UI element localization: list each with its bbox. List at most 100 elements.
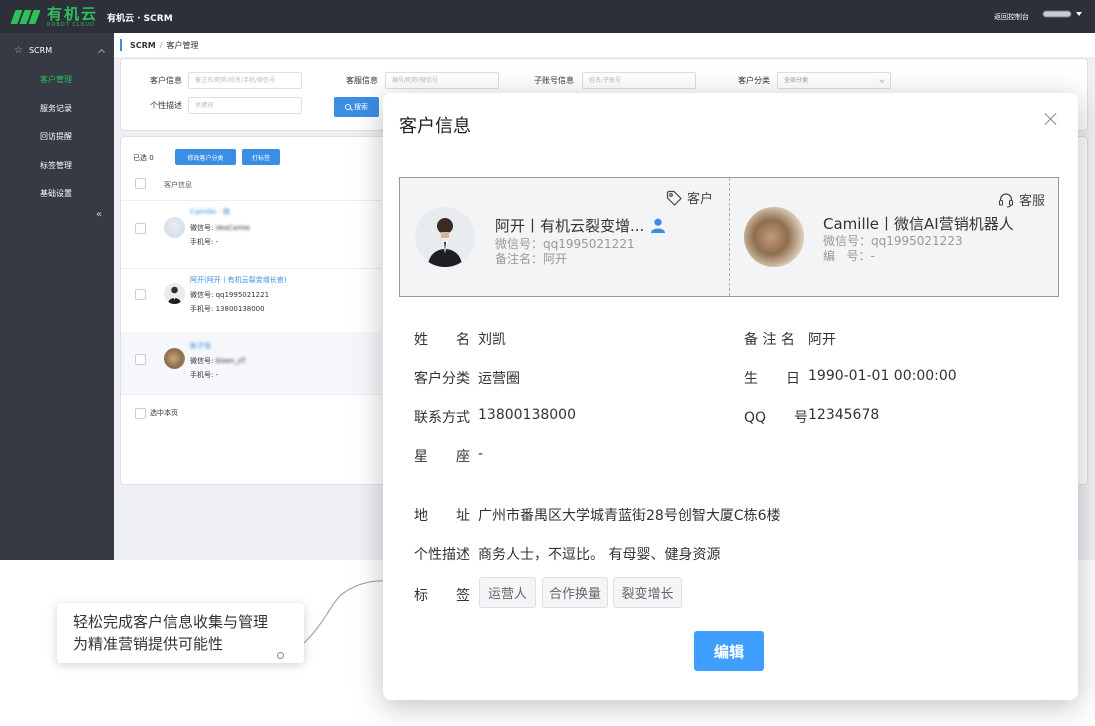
tag-button[interactable]: 打标签 — [242, 149, 280, 165]
customer-name: 阿开丨有机云裂变增... — [495, 215, 666, 236]
field-label-contact: 联系方式 — [414, 410, 470, 426]
row-checkbox[interactable] — [135, 354, 146, 365]
customer-remark-name: 备注名：阿开 — [495, 252, 568, 266]
customer-phone: 手机号: - — [190, 238, 219, 246]
customer-wechat: 微信号: bisen_zT — [190, 357, 246, 365]
row-checkbox[interactable] — [135, 223, 146, 234]
category-select-value: 全部分类 — [784, 77, 809, 84]
sidebar-item-service-records[interactable]: 服务记录 — [40, 103, 72, 114]
chevron-up-icon — [97, 48, 106, 56]
selected-count: 已选 0 — [133, 154, 154, 162]
callout-line-2: 为精准营销提供可能性 — [73, 635, 224, 653]
category-select[interactable]: 全部分类 — [777, 72, 891, 89]
field-label-remark: 备 注 名 — [744, 332, 795, 348]
profile-desc-label: 个性描述 — [150, 101, 182, 110]
field-value-contact: 13800138000 — [478, 407, 576, 423]
select-all-checkbox[interactable] — [135, 178, 146, 189]
field-value-birthday: 1990-01-01 00:00:00 — [808, 368, 957, 384]
select-page-checkbox[interactable] — [135, 408, 146, 419]
headset-icon — [998, 192, 1014, 207]
row-checkbox[interactable] — [135, 289, 146, 300]
logo-text: 有机云 — [47, 5, 99, 23]
profile-cards: 客户 阿开丨有机云裂变增... 微信号：qq1995021221 备注名：阿开 … — [399, 177, 1059, 297]
sidebar-item-customer-management[interactable]: 客户管理 — [40, 74, 72, 85]
service-tag: 客服 — [998, 190, 1045, 209]
chevron-down-icon — [879, 77, 885, 83]
search-icon — [345, 104, 351, 110]
tag-chip: 合作换量 — [542, 577, 608, 608]
customer-tag: 客户 — [666, 188, 713, 207]
sidebar-item-revisit-reminders[interactable]: 回访提醒 — [40, 131, 72, 142]
breadcrumb-separator: / — [159, 41, 163, 50]
column-header-customer-info: 客户信息 — [164, 181, 192, 189]
breadcrumb-current: 客户管理 — [166, 41, 199, 50]
customer-avatar — [415, 207, 475, 267]
app-title: 有机云 · SCRM — [107, 14, 173, 24]
customer-phone: 手机号: - — [190, 371, 219, 379]
service-info-label: 客服信息 — [346, 76, 378, 85]
sidebar-section-label: SCRM — [28, 46, 53, 55]
logo-subtext: ROBOT CLOUD — [47, 22, 95, 28]
user-menu[interactable] — [1043, 11, 1082, 17]
sidebar-item-tag-management[interactable]: 标签管理 — [40, 160, 72, 171]
field-value-category: 运营圈 — [478, 371, 520, 387]
field-label-address: 地 址 — [414, 508, 470, 524]
sub-account-label: 子账号信息 — [534, 76, 574, 85]
customer-info-label: 客户信息 — [150, 76, 182, 85]
logo-mark-icon — [10, 9, 41, 25]
callout-line-1: 轻松完成客户信息收集与管理 — [73, 613, 269, 631]
avatar — [164, 283, 185, 304]
customer-wechat: 微信号: qq1995021221 — [190, 291, 270, 299]
customer-phone: 手机号: 13800138000 — [190, 305, 265, 313]
field-label-description: 个性描述 — [414, 547, 470, 563]
search-button-label: 搜索 — [354, 103, 368, 111]
person-icon — [651, 218, 666, 233]
customer-wechat: 微信号: VesCamie — [190, 224, 251, 232]
back-to-console-link[interactable]: 返回控制台 — [994, 12, 1029, 22]
double-chevron-left-icon[interactable]: « — [96, 209, 102, 220]
user-name-blurred — [1043, 11, 1071, 17]
avatar — [164, 217, 185, 238]
tag-icon — [666, 190, 682, 206]
close-icon[interactable] — [1044, 112, 1058, 126]
customer-name-link[interactable]: 新子恒 — [190, 341, 211, 351]
star-icon: ☆ — [14, 45, 23, 56]
search-button[interactable]: 搜索 — [334, 97, 379, 117]
category-label: 客户分类 — [738, 76, 770, 85]
field-label-birthday: 生 日 — [744, 371, 800, 387]
breadcrumb-root[interactable]: SCRM — [130, 41, 156, 50]
service-info-input[interactable]: 编号/昵称/微信号 — [385, 72, 499, 89]
service-number: 编 号：- — [823, 249, 875, 263]
customer-info-input[interactable]: 备注名/昵称/姓名/手机/微信号 — [188, 72, 302, 89]
modify-category-button[interactable]: 修改客户分类 — [175, 149, 236, 165]
service-avatar — [744, 207, 804, 267]
field-label-category: 客户分类 — [414, 371, 470, 387]
field-value-zodiac: - — [478, 446, 484, 462]
sidebar: ☆ SCRM 客户管理 服务记录 回访提醒 标签管理 基础设置 « — [0, 33, 114, 560]
sub-account-input[interactable]: 姓名/子账号 — [582, 72, 696, 89]
field-value-name: 刘凯 — [478, 332, 506, 348]
customer-info-modal: 客户信息 客户 阿开丨有机云裂变增... 微信号：qq1995021221 备注… — [383, 93, 1078, 700]
edit-button[interactable]: 编辑 — [694, 631, 764, 671]
service-tag-label: 客服 — [1019, 194, 1046, 209]
tag-chip: 裂变增长 — [613, 577, 682, 608]
field-label-qq: QQ 号 — [744, 410, 809, 426]
callout-dot — [277, 652, 284, 659]
tag-chip: 运营人 — [479, 577, 536, 608]
field-value-address: 广州市番禺区大学城青蓝街28号创智大厦C栋6楼 — [478, 508, 781, 524]
customer-name-link[interactable]: 阿开(阿开丨有机云裂变增长官) — [190, 275, 286, 285]
sidebar-section-scrm[interactable]: ☆ SCRM — [14, 45, 106, 56]
profile-desc-input[interactable]: 关键词 — [188, 97, 302, 114]
select-page-label: 选中本页 — [150, 409, 178, 417]
customer-name-link[interactable]: Camille · 微 — [190, 207, 230, 217]
field-label-name: 姓 名 — [414, 332, 470, 348]
field-value-description: 商务人士，不逗比。 有母婴、健身资源 — [478, 547, 721, 563]
logo[interactable]: 有机云 ROBOT CLOUD — [10, 5, 99, 28]
field-value-qq: 12345678 — [808, 407, 880, 423]
top-bar: 有机云 ROBOT CLOUD 有机云 · SCRM 返回控制台 — [0, 0, 1095, 33]
breadcrumb: SCRM / 客户管理 — [114, 33, 1095, 57]
customer-tag-label: 客户 — [687, 192, 714, 207]
sidebar-item-basic-settings[interactable]: 基础设置 — [40, 188, 72, 199]
modal-title: 客户信息 — [399, 116, 471, 137]
field-label-tags: 标 签 — [414, 588, 470, 604]
